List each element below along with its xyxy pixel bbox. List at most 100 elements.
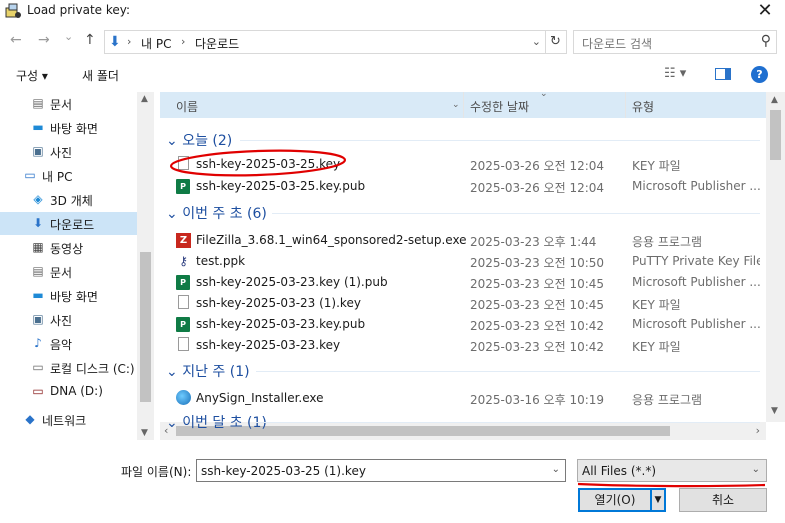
file-row[interactable]: ssh-key-2025-03-23 (1).key 2025-03-23 오전 … bbox=[160, 293, 766, 314]
search-icon[interactable]: ⚲ bbox=[761, 33, 771, 49]
file-type: Microsoft Publisher ... bbox=[632, 275, 760, 289]
sidebar-item[interactable]: ▭ 로컬 디스크 (C:) bbox=[0, 356, 137, 379]
sidebar-item[interactable]: ▦ 동영상 bbox=[0, 236, 137, 259]
organize-button[interactable]: 구성 ▾ bbox=[16, 67, 48, 84]
sidebar-item[interactable]: ♪ 음악 bbox=[0, 332, 137, 355]
back-icon[interactable]: ← bbox=[10, 32, 22, 48]
publisher-file-icon: P bbox=[176, 316, 190, 332]
scroll-up-icon[interactable]: ▲ bbox=[771, 95, 778, 105]
filename-dropdown-icon[interactable]: ⌄ bbox=[552, 464, 560, 475]
sidebar-item[interactable]: ▭ 내 PC bbox=[0, 164, 137, 187]
file-group-header[interactable]: ⌄ 지난 주 (1) bbox=[166, 361, 250, 381]
file-row[interactable]: Pssh-key-2025-03-25.key.pub 2025-03-26 오전… bbox=[160, 176, 766, 197]
local-disk-icon: ▭ bbox=[32, 360, 44, 374]
sidebar-item-label: DNA (D:) bbox=[50, 384, 103, 398]
nav-scroll-thumb[interactable] bbox=[140, 252, 151, 402]
file-date: 2025-03-23 오전 10:45 bbox=[470, 277, 605, 291]
file-name: ssh-key-2025-03-25.key bbox=[196, 157, 341, 171]
column-name-dropdown-icon[interactable]: ⌄ bbox=[452, 100, 460, 110]
group-divider-line bbox=[272, 213, 760, 214]
group-divider-line bbox=[256, 422, 760, 423]
filter-dropdown-icon[interactable]: ⌄ bbox=[752, 464, 760, 475]
column-divider[interactable] bbox=[625, 92, 626, 118]
search-placeholder: 다운로드 검색 bbox=[582, 37, 653, 51]
collapse-chevron-icon[interactable]: ⌄ bbox=[166, 415, 182, 431]
sidebar-item[interactable]: ▤ 문서 bbox=[0, 92, 137, 115]
column-date[interactable]: 수정한 날짜 bbox=[470, 98, 529, 115]
sidebar-item-label: 사진 bbox=[50, 314, 73, 328]
file-row[interactable]: ssh-key-2025-03-23.key 2025-03-23 오전 10:4… bbox=[160, 335, 766, 356]
collapse-chevron-icon[interactable]: ⌄ bbox=[166, 206, 182, 222]
search-input[interactable]: 다운로드 검색 ⚲ bbox=[573, 30, 777, 54]
scroll-up-icon[interactable]: ▲ bbox=[141, 94, 148, 104]
group-divider-line bbox=[256, 371, 760, 372]
filename-value[interactable]: ssh-key-2025-03-25 (1).key bbox=[201, 464, 366, 478]
forward-icon[interactable]: → bbox=[38, 32, 50, 48]
up-icon[interactable]: ↑ bbox=[84, 32, 96, 48]
filename-input[interactable]: ssh-key-2025-03-25 (1).key ⌄ bbox=[196, 459, 566, 482]
file-row[interactable]: Pssh-key-2025-03-23.key (1).pub 2025-03-2… bbox=[160, 272, 766, 293]
file-row[interactable]: AnySign_Installer.exe 2025-03-16 오후 10:19… bbox=[160, 388, 766, 409]
file-group-header[interactable]: ⌄ 이번 주 초 (6) bbox=[166, 203, 267, 223]
open-options-chevron-icon[interactable]: ▼ bbox=[650, 488, 666, 512]
sidebar-item[interactable]: ⬇ 다운로드 bbox=[0, 212, 137, 235]
desktop-icon: ▬ bbox=[32, 288, 44, 302]
column-divider[interactable] bbox=[463, 92, 464, 118]
address-dropdown-icon[interactable]: ⌄ bbox=[532, 35, 541, 48]
new-folder-button[interactable]: 새 폴더 bbox=[82, 67, 119, 84]
column-name[interactable]: 이름 bbox=[176, 98, 198, 115]
file-group-header[interactable]: ⌄ 이번 달 초 (1) bbox=[166, 412, 267, 432]
scroll-down-icon[interactable]: ▼ bbox=[141, 428, 148, 438]
filezilla-icon: Z bbox=[176, 232, 191, 248]
file-date: 2025-03-26 오전 12:04 bbox=[470, 181, 605, 195]
collapse-chevron-icon[interactable]: ⌄ bbox=[166, 133, 182, 149]
putty-key-icon: ⚷ bbox=[179, 254, 188, 268]
sidebar-item-label: 로컬 디스크 (C:) bbox=[50, 362, 135, 376]
recent-locations-icon[interactable]: ⌄ bbox=[64, 30, 73, 43]
file-row[interactable]: ssh-key-2025-03-25.key 2025-03-26 오전 12:0… bbox=[160, 154, 766, 175]
file-date: 2025-03-23 오후 1:44 bbox=[470, 235, 597, 249]
sidebar-item[interactable]: ▬ 바탕 화면 bbox=[0, 284, 137, 307]
sidebar-item[interactable]: ▤ 문서 bbox=[0, 260, 137, 283]
sidebar-item[interactable]: ▭ DNA (D:) bbox=[0, 380, 137, 403]
breadcrumb-separator-icon[interactable]: › bbox=[181, 35, 185, 48]
refresh-icon[interactable]: ↻ bbox=[545, 30, 567, 54]
nav-scrollbar[interactable]: ▲ ▼ bbox=[137, 92, 154, 440]
file-row[interactable]: ⚷ test.ppk 2025-03-23 오전 10:50 PuTTY Privat… bbox=[160, 251, 766, 272]
file-list: 이름 ⌄ 수정한 날짜 ⌄ 유형 ▲ ▼ ‹ › ⌄ 오늘 (2) ssh-key… bbox=[160, 92, 785, 440]
sidebar-item[interactable]: ▣ 사진 bbox=[0, 140, 137, 163]
help-icon[interactable]: ? bbox=[751, 66, 768, 83]
group-divider-line bbox=[240, 140, 760, 141]
collapse-chevron-icon[interactable]: ⌄ bbox=[166, 364, 182, 380]
breadcrumb-item-downloads[interactable]: 다운로드 bbox=[195, 35, 239, 52]
title-bar: Load private key: ✕ bbox=[0, 0, 785, 24]
vertical-scroll-thumb[interactable] bbox=[770, 110, 781, 160]
sidebar-item[interactable]: ◈ 3D 개체 bbox=[0, 188, 137, 211]
sidebar-item-label: 문서 bbox=[50, 266, 73, 280]
open-button[interactable]: 열기(O) bbox=[578, 488, 652, 512]
scroll-down-icon[interactable]: ▼ bbox=[771, 406, 778, 416]
file-type: PuTTY Private Key File bbox=[632, 254, 760, 268]
cancel-button[interactable]: 취소 bbox=[679, 488, 767, 512]
column-type[interactable]: 유형 bbox=[632, 98, 654, 115]
file-type-filter[interactable]: All Files (*.*) ⌄ bbox=[577, 459, 767, 482]
computer-icon: ▭ bbox=[24, 168, 36, 182]
file-group-header[interactable]: ⌄ 오늘 (2) bbox=[166, 130, 232, 150]
address-bar[interactable]: ⬇ › 내 PC › 다운로드 ⌄ bbox=[104, 30, 546, 54]
sidebar-item-label: 3D 개체 bbox=[50, 194, 93, 208]
sort-indicator-icon: ⌄ bbox=[540, 92, 548, 99]
breadcrumb-item-this-pc[interactable]: 내 PC bbox=[141, 35, 171, 52]
file-row[interactable]: Pssh-key-2025-03-23.key.pub 2025-03-23 오전… bbox=[160, 314, 766, 335]
file-list-vertical-scrollbar[interactable]: ▲ ▼ bbox=[766, 92, 785, 422]
documents-icon: ▤ bbox=[32, 264, 44, 278]
view-options-icon[interactable]: ☷ ▾ bbox=[664, 66, 686, 81]
breadcrumb-separator-icon[interactable]: › bbox=[127, 35, 131, 48]
close-icon[interactable]: ✕ bbox=[753, 0, 777, 21]
scroll-right-icon[interactable]: › bbox=[756, 424, 760, 437]
sidebar-item[interactable]: ◆ 네트워크 bbox=[0, 408, 137, 431]
preview-pane-icon[interactable] bbox=[715, 68, 731, 80]
sidebar-item[interactable]: ▬ 바탕 화면 bbox=[0, 116, 137, 139]
file-row[interactable]: Z FileZilla_3.68.1_win64_sponsored2-setup… bbox=[160, 230, 766, 251]
filter-value[interactable]: All Files (*.*) bbox=[582, 464, 656, 478]
sidebar-item[interactable]: ▣ 사진 bbox=[0, 308, 137, 331]
